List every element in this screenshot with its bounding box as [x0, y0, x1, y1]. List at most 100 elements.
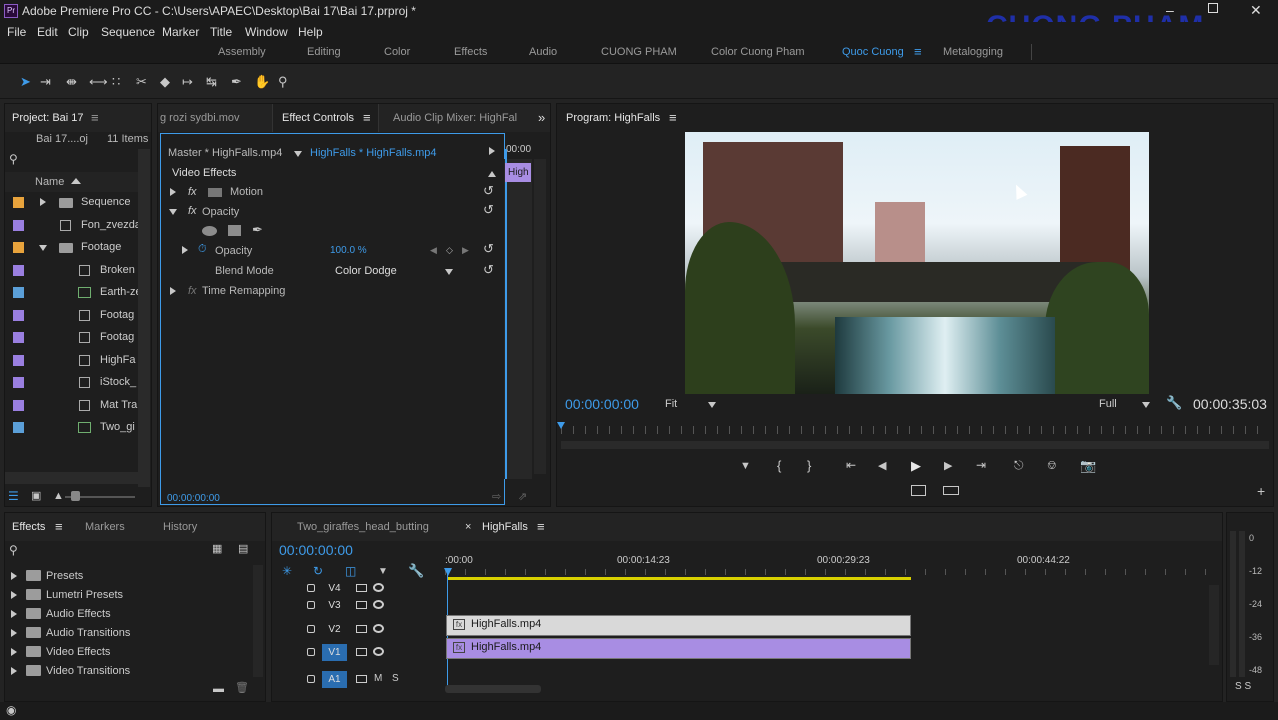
eye-icon[interactable] [373, 583, 384, 592]
compare-view-icon[interactable] [943, 486, 959, 495]
workspace-assembly[interactable]: Assembly [218, 46, 266, 58]
blend-reset-icon[interactable]: ↺ [483, 263, 494, 276]
add-marker-timeline-icon[interactable]: ▼ [378, 565, 388, 578]
export-icon[interactable]: ⇗ [518, 491, 527, 504]
label-color-swatch[interactable] [13, 264, 24, 276]
track-target-v4[interactable]: V4 [322, 580, 347, 597]
add-marker-icon[interactable]: ▼ [740, 460, 751, 473]
workspace-metalogging[interactable]: Metalogging [943, 46, 1003, 58]
zoom-fit-select[interactable]: Fit [665, 398, 677, 410]
timeline-playhead-icon[interactable] [444, 568, 452, 576]
menu-edit[interactable]: Edit [37, 25, 58, 39]
label-color-swatch[interactable] [13, 377, 24, 388]
prev-keyframe-icon[interactable]: ◀ [430, 244, 437, 257]
track-target-v2[interactable]: V2 [322, 621, 347, 638]
program-scrollbar[interactable] [561, 441, 1269, 449]
menu-marker[interactable]: Marker [162, 25, 199, 39]
workspace-quoc-cuong[interactable]: Quoc Cuong [842, 46, 904, 58]
effect-controls-timecode[interactable]: 00:00:00:00 [167, 493, 220, 504]
pen-mask-icon[interactable]: ✒ [252, 223, 263, 236]
accelerated-effects-icon[interactable]: ▦ [212, 543, 222, 556]
extract-icon[interactable]: ⎊ [1047, 459, 1057, 472]
blend-mode-select[interactable]: Color Dodge [335, 265, 397, 277]
rate-stretch-icon[interactable]: ∷ [112, 75, 120, 88]
track-lock-icon[interactable] [307, 625, 315, 633]
expand-icon[interactable] [11, 667, 17, 675]
program-video-frame[interactable] [685, 132, 1149, 394]
expand-icon[interactable] [11, 591, 17, 599]
track-target-v3[interactable]: V3 [322, 597, 347, 614]
workspace-menu-icon[interactable]: ≡ [914, 44, 922, 59]
ripple-edit-icon[interactable]: ⇼ [66, 75, 77, 88]
zoom-slider-handle[interactable] [71, 491, 80, 501]
effects-bin-item[interactable]: Audio Effects [46, 608, 111, 620]
zoom-slider-icon[interactable]: ▲ [53, 490, 64, 503]
effect-controls-menu-icon[interactable]: ≡ [363, 110, 371, 125]
project-item[interactable]: HighFa [100, 354, 138, 366]
project-item[interactable]: Sequence [81, 196, 138, 208]
program-title[interactable]: Program: HighFalls [566, 112, 660, 124]
tab-effect-controls[interactable]: Effect Controls [282, 112, 354, 124]
mark-out-icon[interactable]: } [807, 459, 811, 472]
track-target-a1[interactable]: A1 [322, 671, 347, 688]
label-color-swatch[interactable] [13, 399, 24, 411]
sort-ascending-icon[interactable] [71, 178, 81, 184]
label-color-swatch[interactable] [13, 287, 24, 298]
effects-bin-item[interactable]: Video Effects [46, 646, 110, 658]
close-tab-icon[interactable]: × [465, 521, 471, 533]
workspace-effects[interactable]: Effects [454, 46, 487, 58]
tab-history[interactable]: History [163, 521, 197, 533]
tab-audio-clip-mixer[interactable]: Audio Clip Mixer: HighFal [393, 112, 517, 124]
pen-icon[interactable]: ✒ [231, 75, 242, 88]
opacity-collapse-icon[interactable] [169, 209, 177, 215]
solo-buttons[interactable]: S S [1235, 681, 1251, 692]
program-time-ruler[interactable] [561, 426, 1269, 434]
solo-button[interactable]: S [392, 673, 399, 684]
timeline-settings-icon[interactable]: 🔧 [408, 564, 424, 577]
project-scrollbar[interactable] [138, 149, 150, 487]
scroll-up-icon[interactable] [488, 171, 496, 177]
track-select-icon[interactable]: ⇥ [40, 75, 51, 88]
project-item[interactable]: Footag [100, 309, 138, 321]
opacity-param-expand-icon[interactable] [182, 246, 188, 254]
tab-sequence-giraffes[interactable]: Two_giraffes_head_butting [297, 521, 429, 533]
track-lock-icon[interactable] [307, 648, 315, 656]
snap-icon[interactable]: ↻ [313, 565, 323, 578]
effects-search-icon[interactable]: ⚲ [9, 544, 18, 557]
collapse-icon[interactable] [39, 245, 47, 251]
effects-bin-item[interactable]: Presets [46, 570, 83, 582]
menu-title[interactable]: Title [210, 25, 232, 39]
project-item[interactable]: Two_gi [100, 421, 138, 433]
filter-icon[interactable]: ⇨ [492, 491, 501, 504]
label-color-swatch[interactable] [13, 309, 24, 321]
resolution-select[interactable]: Full [1099, 398, 1117, 410]
tab-source[interactable]: g rozi sydbi.mov [160, 112, 239, 124]
timeline-hscrollbar[interactable] [445, 685, 541, 693]
opacity-value[interactable]: 100.0 % [330, 245, 367, 256]
linked-selection-icon[interactable]: ◫ [345, 565, 356, 578]
tab-sequence-highfalls[interactable]: HighFalls [482, 521, 528, 533]
menu-file[interactable]: File [7, 25, 26, 39]
project-item[interactable]: Footag [100, 331, 138, 343]
motion-transform-icon[interactable] [208, 188, 222, 197]
resolution-chevron-icon[interactable] [1142, 402, 1150, 408]
effects-bin-item[interactable]: Lumetri Presets [46, 589, 123, 601]
eye-icon[interactable] [373, 624, 384, 633]
close-icon[interactable]: ✕ [1250, 2, 1262, 19]
next-keyframe-icon[interactable]: ▶ [462, 244, 469, 257]
project-item[interactable]: Earth-ze [100, 286, 138, 298]
project-item[interactable]: iStock_ [100, 376, 138, 388]
program-timecode[interactable]: 00:00:00:00 [565, 396, 639, 412]
hand-icon[interactable]: ✋ [254, 75, 270, 88]
timeline-timecode[interactable]: 00:00:00:00 [279, 542, 353, 558]
export-frame-icon[interactable]: 📷 [1080, 459, 1096, 472]
project-title[interactable]: Project: Bai 17 [12, 112, 84, 124]
slide-tool-icon[interactable]: ↹ [206, 75, 217, 88]
track-lock-icon[interactable] [307, 601, 315, 609]
workspace-color-cuong-pham[interactable]: Color Cuong Pham [711, 46, 805, 58]
mini-playhead[interactable] [505, 149, 507, 479]
eye-icon[interactable] [373, 647, 384, 656]
slip-icon[interactable]: ◆ [160, 75, 170, 88]
fit-chevron-icon[interactable] [708, 402, 716, 408]
project-item[interactable]: Footage [81, 241, 138, 253]
